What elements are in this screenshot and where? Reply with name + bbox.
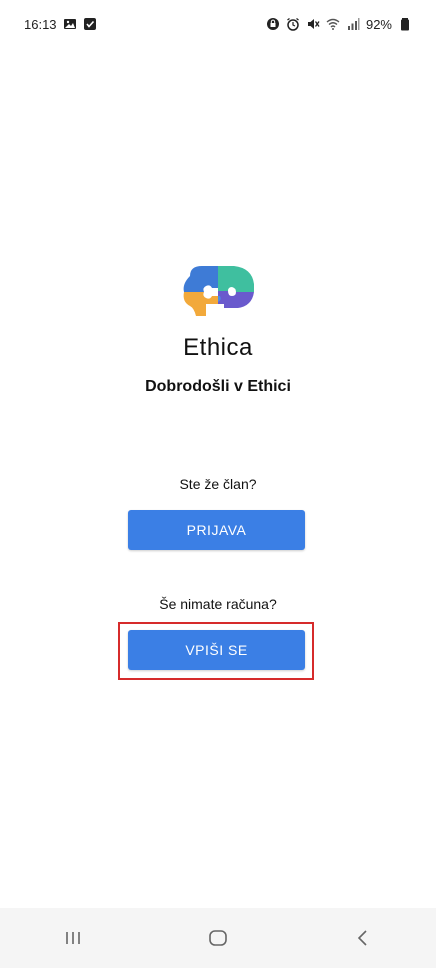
signal-icon	[346, 17, 360, 31]
vpn-icon	[266, 17, 280, 31]
member-prompt: Ste že član?	[179, 476, 257, 492]
navigation-bar	[0, 908, 436, 968]
alarm-icon	[286, 17, 300, 31]
recent-apps-icon[interactable]	[43, 918, 103, 958]
image-icon	[63, 17, 77, 31]
home-icon[interactable]	[188, 918, 248, 958]
signup-button[interactable]: VPIŠI SE	[128, 630, 305, 670]
login-button[interactable]: PRIJAVA	[128, 510, 305, 550]
back-icon[interactable]	[333, 918, 393, 958]
app-name: Ethica	[183, 334, 253, 361]
status-time: 16:13	[24, 16, 57, 32]
battery-icon	[398, 17, 412, 31]
status-right: 92%	[266, 17, 412, 32]
welcome-heading: Dobrodošli v Ethici	[145, 378, 291, 395]
check-box-icon	[83, 17, 97, 31]
wifi-icon	[326, 17, 340, 31]
status-left: 16:13	[24, 17, 97, 32]
no-account-prompt: Še nimate računa?	[159, 596, 277, 612]
battery-percentage: 92%	[365, 16, 392, 32]
brain-puzzle-icon	[180, 262, 256, 320]
mute-icon	[306, 17, 320, 31]
status-bar: 16:13 92%	[0, 0, 436, 48]
